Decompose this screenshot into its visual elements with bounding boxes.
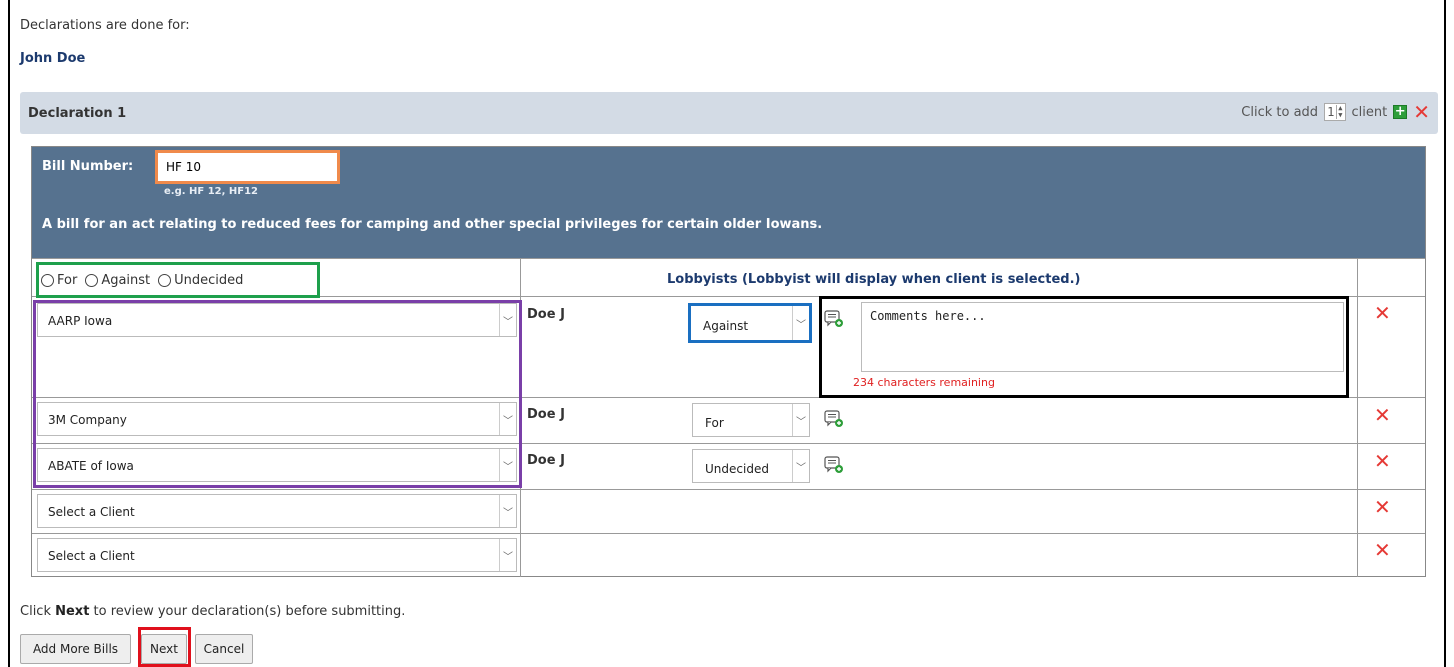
delete-row-icon[interactable]: ✕ xyxy=(1374,405,1391,425)
divider xyxy=(32,533,1425,534)
delete-row-icon[interactable]: ✕ xyxy=(1374,451,1391,471)
delete-declaration-icon[interactable]: ✕ xyxy=(1413,102,1430,122)
bill-number-input[interactable]: HF 10 xyxy=(155,150,340,184)
bill-description: A bill for an act relating to reduced fe… xyxy=(42,217,823,232)
spinner-arrows-icon[interactable]: ▲ ▼ xyxy=(1336,105,1343,119)
add-comment-icon[interactable] xyxy=(824,456,844,474)
comment-textarea[interactable]: Comments here... xyxy=(861,302,1344,372)
radio-for-label: For xyxy=(57,272,78,288)
client-select[interactable]: Select a Client ﹀ xyxy=(37,494,517,528)
position-radio-group: For Against Undecided xyxy=(36,262,320,298)
declaration-header: Declaration 1 Click to add 1 ▲ ▼ client +… xyxy=(20,92,1438,134)
person-name: John Doe xyxy=(20,51,86,66)
position-select[interactable]: Against ﹀ xyxy=(688,303,812,343)
client-count-value: 1 xyxy=(1327,105,1335,119)
client-select[interactable]: Select a Client ﹀ xyxy=(37,538,517,572)
bill-number-hint: e.g. HF 12, HF12 xyxy=(164,186,259,197)
chevron-down-icon[interactable]: ﹀ xyxy=(792,404,809,436)
radio-undecided-label: Undecided xyxy=(174,272,244,288)
delete-row-icon[interactable]: ✕ xyxy=(1374,303,1391,323)
divider xyxy=(32,258,1425,259)
lobbyist-name: Doe J xyxy=(527,407,565,422)
lobbyist-name: Doe J xyxy=(527,453,565,468)
radio-for[interactable]: For xyxy=(41,273,77,288)
divider xyxy=(1357,258,1358,577)
add-more-bills-button[interactable]: Add More Bills xyxy=(20,634,131,664)
chevron-down-icon[interactable]: ﹀ xyxy=(499,539,516,571)
review-hint-prefix: Click xyxy=(20,604,56,619)
add-comment-icon[interactable] xyxy=(824,410,844,428)
client-count-spinner[interactable]: 1 ▲ ▼ xyxy=(1324,103,1346,121)
review-hint-suffix: to review your declaration(s) before sub… xyxy=(89,604,406,619)
lobbyist-name: Doe J xyxy=(527,307,565,322)
position-select-value: For xyxy=(705,416,724,430)
radio-circle-icon[interactable] xyxy=(158,273,172,287)
radio-against-label: Against xyxy=(101,272,151,288)
position-select-value: Undecided xyxy=(705,462,769,476)
add-client-icon[interactable]: + xyxy=(1393,105,1408,119)
chars-remaining: 234 characters remaining xyxy=(853,376,995,389)
divider xyxy=(32,489,1425,490)
add-client-prefix: Click to add xyxy=(1241,104,1319,120)
declaration-title: Declaration 1 xyxy=(28,106,127,121)
radio-against[interactable]: Against xyxy=(85,273,150,288)
add-client-suffix: client xyxy=(1351,104,1388,120)
radio-circle-icon[interactable] xyxy=(85,273,99,287)
radio-circle-icon[interactable] xyxy=(41,273,54,287)
radio-undecided[interactable]: Undecided xyxy=(158,273,243,288)
review-hint-bold: Next xyxy=(55,604,90,619)
delete-row-icon[interactable]: ✕ xyxy=(1374,497,1391,517)
bill-number-label: Bill Number: xyxy=(42,159,134,174)
position-select[interactable]: Undecided ﹀ xyxy=(692,449,810,483)
chevron-down-icon[interactable]: ﹀ xyxy=(499,495,516,527)
add-client-controls: Click to add 1 ▲ ▼ client + ✕ xyxy=(1241,102,1430,122)
review-hint: Click Next to review your declaration(s)… xyxy=(20,604,405,619)
position-select[interactable]: For ﹀ xyxy=(692,403,810,437)
next-highlight xyxy=(138,627,191,667)
delete-row-icon[interactable]: ✕ xyxy=(1374,540,1391,560)
client-select-value: Select a Client xyxy=(48,549,135,563)
client-selection-highlight xyxy=(33,300,522,488)
position-select-value: Against xyxy=(703,319,749,333)
declaration-table: Bill Number: HF 10 e.g. HF 12, HF12 A bi… xyxy=(31,146,1426,577)
client-select-value: Select a Client xyxy=(48,505,135,519)
chevron-down-icon[interactable]: ﹀ xyxy=(792,306,809,340)
bill-panel: Bill Number: HF 10 e.g. HF 12, HF12 A bi… xyxy=(32,147,1425,258)
chevron-down-icon[interactable]: ﹀ xyxy=(792,450,809,482)
cancel-button[interactable]: Cancel xyxy=(195,634,253,664)
declarations-intro: Declarations are done for: xyxy=(20,18,190,33)
lobbyists-header: Lobbyists (Lobbyist will display when cl… xyxy=(667,272,1081,287)
